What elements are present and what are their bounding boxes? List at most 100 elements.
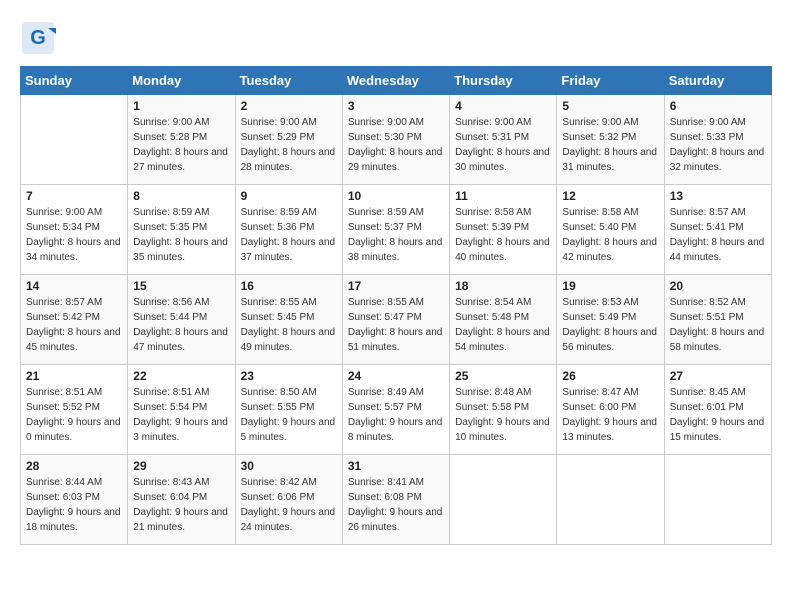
day-number: 24: [348, 369, 444, 383]
day-number: 26: [562, 369, 658, 383]
day-number: 5: [562, 99, 658, 113]
day-number: 25: [455, 369, 551, 383]
day-info: Sunrise: 8:57 AMSunset: 5:41 PMDaylight:…: [670, 205, 766, 265]
calendar-cell: 26 Sunrise: 8:47 AMSunset: 6:00 PMDayligh…: [557, 365, 664, 455]
calendar-cell: 6 Sunrise: 9:00 AMSunset: 5:33 PMDaylight…: [664, 95, 771, 185]
day-number: 20: [670, 279, 766, 293]
day-info: Sunrise: 9:00 AMSunset: 5:28 PMDaylight:…: [133, 115, 229, 175]
logo-icon: G: [20, 20, 56, 56]
calendar-header-row: SundayMondayTuesdayWednesdayThursdayFrid…: [21, 67, 772, 95]
day-number: 21: [26, 369, 122, 383]
day-info: Sunrise: 8:48 AMSunset: 5:58 PMDaylight:…: [455, 385, 551, 445]
day-info: Sunrise: 9:00 AMSunset: 5:30 PMDaylight:…: [348, 115, 444, 175]
calendar-cell: 27 Sunrise: 8:45 AMSunset: 6:01 PMDayligh…: [664, 365, 771, 455]
day-info: Sunrise: 8:55 AMSunset: 5:47 PMDaylight:…: [348, 295, 444, 355]
calendar-cell: 3 Sunrise: 9:00 AMSunset: 5:30 PMDaylight…: [342, 95, 449, 185]
calendar-cell: 12 Sunrise: 8:58 AMSunset: 5:40 PMDayligh…: [557, 185, 664, 275]
calendar-week-4: 21Sunrise: 8:51 AMSunset: 5:52 PMDayligh…: [21, 365, 772, 455]
column-header-sunday: Sunday: [21, 67, 128, 95]
day-number: 7: [26, 189, 122, 203]
day-info: Sunrise: 8:49 AMSunset: 5:57 PMDaylight:…: [348, 385, 444, 445]
calendar-cell: 28 Sunrise: 8:44 AMSunset: 6:03 PMDayligh…: [21, 455, 128, 545]
day-number: 8: [133, 189, 229, 203]
calendar-cell: 4 Sunrise: 9:00 AMSunset: 5:31 PMDaylight…: [450, 95, 557, 185]
day-number: 31: [348, 459, 444, 473]
calendar-cell: 2 Sunrise: 9:00 AMSunset: 5:29 PMDaylight…: [235, 95, 342, 185]
calendar-cell: [21, 95, 128, 185]
column-header-thursday: Thursday: [450, 67, 557, 95]
calendar-cell: 30 Sunrise: 8:42 AMSunset: 6:06 PMDayligh…: [235, 455, 342, 545]
column-header-monday: Monday: [128, 67, 235, 95]
day-info: Sunrise: 8:52 AMSunset: 5:51 PMDaylight:…: [670, 295, 766, 355]
day-info: Sunrise: 8:59 AMSunset: 5:35 PMDaylight:…: [133, 205, 229, 265]
day-info: Sunrise: 8:53 AMSunset: 5:49 PMDaylight:…: [562, 295, 658, 355]
day-number: 9: [241, 189, 337, 203]
day-info: Sunrise: 9:00 AMSunset: 5:33 PMDaylight:…: [670, 115, 766, 175]
day-number: 16: [241, 279, 337, 293]
calendar-week-2: 7 Sunrise: 9:00 AMSunset: 5:34 PMDaylight…: [21, 185, 772, 275]
day-info: Sunrise: 8:51 AMSunset: 5:54 PMDaylight:…: [133, 385, 229, 445]
page-header: G: [20, 20, 772, 56]
calendar-cell: 17Sunrise: 8:55 AMSunset: 5:47 PMDayligh…: [342, 275, 449, 365]
calendar-cell: 23 Sunrise: 8:50 AMSunset: 5:55 PMDayligh…: [235, 365, 342, 455]
calendar-cell: 7 Sunrise: 9:00 AMSunset: 5:34 PMDaylight…: [21, 185, 128, 275]
calendar-cell: 10 Sunrise: 8:59 AMSunset: 5:37 PMDayligh…: [342, 185, 449, 275]
column-header-tuesday: Tuesday: [235, 67, 342, 95]
day-number: 4: [455, 99, 551, 113]
calendar-week-5: 28 Sunrise: 8:44 AMSunset: 6:03 PMDayligh…: [21, 455, 772, 545]
day-number: 3: [348, 99, 444, 113]
calendar-cell: 19 Sunrise: 8:53 AMSunset: 5:49 PMDayligh…: [557, 275, 664, 365]
calendar-cell: [557, 455, 664, 545]
calendar-cell: 11Sunrise: 8:58 AMSunset: 5:39 PMDayligh…: [450, 185, 557, 275]
calendar-cell: [450, 455, 557, 545]
day-info: Sunrise: 8:43 AMSunset: 6:04 PMDaylight:…: [133, 475, 229, 535]
day-info: Sunrise: 8:59 AMSunset: 5:37 PMDaylight:…: [348, 205, 444, 265]
day-number: 13: [670, 189, 766, 203]
day-number: 30: [241, 459, 337, 473]
day-number: 15: [133, 279, 229, 293]
day-number: 1: [133, 99, 229, 113]
calendar-cell: 20 Sunrise: 8:52 AMSunset: 5:51 PMDayligh…: [664, 275, 771, 365]
day-number: 12: [562, 189, 658, 203]
calendar-cell: 31 Sunrise: 8:41 AMSunset: 6:08 PMDayligh…: [342, 455, 449, 545]
column-header-friday: Friday: [557, 67, 664, 95]
day-number: 28: [26, 459, 122, 473]
calendar-cell: 16 Sunrise: 8:55 AMSunset: 5:45 PMDayligh…: [235, 275, 342, 365]
day-number: 29: [133, 459, 229, 473]
day-info: Sunrise: 8:42 AMSunset: 6:06 PMDaylight:…: [241, 475, 337, 535]
day-number: 6: [670, 99, 766, 113]
day-number: 23: [241, 369, 337, 383]
day-number: 18: [455, 279, 551, 293]
day-number: 14: [26, 279, 122, 293]
day-number: 19: [562, 279, 658, 293]
calendar-week-1: 1 Sunrise: 9:00 AMSunset: 5:28 PMDaylight…: [21, 95, 772, 185]
day-number: 27: [670, 369, 766, 383]
day-info: Sunrise: 8:41 AMSunset: 6:08 PMDaylight:…: [348, 475, 444, 535]
day-info: Sunrise: 9:00 AMSunset: 5:34 PMDaylight:…: [26, 205, 122, 265]
day-info: Sunrise: 9:00 AMSunset: 5:29 PMDaylight:…: [241, 115, 337, 175]
day-info: Sunrise: 9:00 AMSunset: 5:31 PMDaylight:…: [455, 115, 551, 175]
day-info: Sunrise: 8:47 AMSunset: 6:00 PMDaylight:…: [562, 385, 658, 445]
day-number: 11: [455, 189, 551, 203]
day-number: 10: [348, 189, 444, 203]
calendar-cell: 9Sunrise: 8:59 AMSunset: 5:36 PMDaylight…: [235, 185, 342, 275]
calendar-cell: 29 Sunrise: 8:43 AMSunset: 6:04 PMDayligh…: [128, 455, 235, 545]
day-info: Sunrise: 8:50 AMSunset: 5:55 PMDaylight:…: [241, 385, 337, 445]
day-info: Sunrise: 8:54 AMSunset: 5:48 PMDaylight:…: [455, 295, 551, 355]
day-info: Sunrise: 8:45 AMSunset: 6:01 PMDaylight:…: [670, 385, 766, 445]
logo: G: [20, 20, 60, 56]
day-info: Sunrise: 8:58 AMSunset: 5:40 PMDaylight:…: [562, 205, 658, 265]
column-header-wednesday: Wednesday: [342, 67, 449, 95]
day-info: Sunrise: 8:55 AMSunset: 5:45 PMDaylight:…: [241, 295, 337, 355]
day-number: 22: [133, 369, 229, 383]
calendar-cell: 15 Sunrise: 8:56 AMSunset: 5:44 PMDayligh…: [128, 275, 235, 365]
day-number: 2: [241, 99, 337, 113]
day-info: Sunrise: 8:56 AMSunset: 5:44 PMDaylight:…: [133, 295, 229, 355]
calendar-cell: [664, 455, 771, 545]
svg-text:G: G: [30, 27, 46, 49]
column-header-saturday: Saturday: [664, 67, 771, 95]
calendar-cell: 25 Sunrise: 8:48 AMSunset: 5:58 PMDayligh…: [450, 365, 557, 455]
calendar-cell: 22 Sunrise: 8:51 AMSunset: 5:54 PMDayligh…: [128, 365, 235, 455]
calendar-cell: 13 Sunrise: 8:57 AMSunset: 5:41 PMDayligh…: [664, 185, 771, 275]
day-info: Sunrise: 8:44 AMSunset: 6:03 PMDaylight:…: [26, 475, 122, 535]
